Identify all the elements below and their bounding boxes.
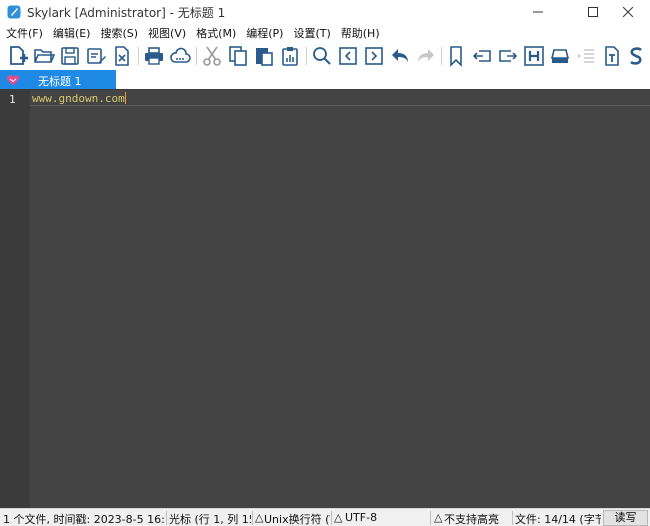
menu-program[interactable]: 编程(P) bbox=[246, 25, 283, 41]
status-encoding[interactable]: UTF-8 bbox=[345, 511, 405, 524]
paste-button[interactable] bbox=[252, 44, 276, 68]
tab-label: 无标题 1 bbox=[38, 75, 82, 88]
search-icon bbox=[313, 47, 331, 65]
outdent-button[interactable] bbox=[470, 44, 494, 68]
toolbar bbox=[0, 42, 650, 70]
undo-button[interactable] bbox=[388, 44, 412, 68]
list-button[interactable] bbox=[574, 44, 598, 68]
block-button[interactable] bbox=[548, 44, 572, 68]
cut-icon bbox=[203, 46, 221, 66]
prev-icon bbox=[339, 47, 357, 65]
window-title: Skylark [Administrator] - 无标题 1 bbox=[27, 6, 226, 20]
minimize-button[interactable] bbox=[515, 0, 560, 24]
line-number-gutter: 1 bbox=[0, 90, 30, 508]
toolbar-separator bbox=[306, 47, 307, 65]
code-line[interactable]: www.gndown.com bbox=[32, 92, 126, 105]
s-button[interactable] bbox=[624, 44, 648, 68]
title-bar: Skylark [Administrator] - 无标题 1 bbox=[0, 0, 650, 24]
triangle-up-icon: △ bbox=[434, 511, 443, 524]
status-line-ending[interactable]: Unix换行符 (\n) bbox=[264, 511, 330, 526]
bookmark-button[interactable] bbox=[444, 44, 468, 68]
clipboard-icon bbox=[282, 47, 298, 66]
status-bar: 1 个文件, 时间戳: 2023-8-5 16:10:42 光标 (行 1, 列… bbox=[0, 508, 650, 526]
bookmark-icon bbox=[450, 46, 462, 67]
code-text: www.gndown.com bbox=[32, 92, 125, 105]
save-as-icon bbox=[87, 48, 106, 64]
cloud-button[interactable] bbox=[168, 44, 192, 68]
toolbar-separator bbox=[441, 47, 442, 65]
toolbar-separator bbox=[196, 47, 197, 65]
editor-area[interactable]: 1 www.gndown.com bbox=[0, 90, 650, 508]
line-number: 1 bbox=[9, 93, 16, 106]
skylark-logo-icon bbox=[7, 5, 21, 19]
find-previous-button[interactable] bbox=[336, 44, 360, 68]
toolbar-separator bbox=[138, 47, 139, 65]
indent-button[interactable] bbox=[496, 44, 520, 68]
maximize-icon bbox=[587, 7, 598, 17]
redo-icon bbox=[418, 49, 434, 62]
save-icon bbox=[61, 47, 79, 65]
clipboard-button[interactable] bbox=[278, 44, 302, 68]
close-icon bbox=[622, 7, 633, 17]
undo-icon bbox=[392, 49, 408, 62]
outdent-icon bbox=[472, 50, 491, 62]
copy-button[interactable] bbox=[226, 44, 250, 68]
cloud-icon bbox=[170, 47, 191, 63]
triangle-up-icon: △ bbox=[334, 511, 343, 524]
menu-edit[interactable]: 编辑(E) bbox=[53, 25, 91, 41]
print-button[interactable] bbox=[142, 44, 166, 68]
close-button[interactable] bbox=[605, 0, 650, 24]
find-next-button[interactable] bbox=[362, 44, 386, 68]
menu-bar: 文件(F) 编辑(E) 搜索(S) 视图(V) 格式(M) 编程(P) 设置(T… bbox=[0, 24, 650, 42]
block-icon bbox=[550, 49, 570, 63]
indent-icon bbox=[499, 50, 518, 62]
status-divider bbox=[512, 511, 513, 525]
tab-untitled-1[interactable]: 无标题 1 bbox=[0, 70, 116, 89]
status-cursor: 光标 (行 1, 列 15) bbox=[169, 513, 251, 526]
menu-help[interactable]: 帮助(H) bbox=[341, 25, 380, 41]
open-button[interactable] bbox=[32, 44, 56, 68]
search-button[interactable] bbox=[310, 44, 334, 68]
text-icon bbox=[605, 46, 619, 66]
status-highlight[interactable]: 不支持高亮 bbox=[444, 511, 510, 526]
text-cursor bbox=[124, 92, 126, 104]
paste-icon bbox=[256, 48, 273, 66]
cut-button[interactable] bbox=[200, 44, 224, 68]
status-divider bbox=[430, 511, 431, 525]
status-divider bbox=[252, 511, 253, 525]
print-icon bbox=[145, 47, 163, 65]
menu-search[interactable]: 搜索(S) bbox=[100, 25, 138, 41]
menu-format[interactable]: 格式(M) bbox=[196, 25, 236, 41]
status-files: 1 个文件, 时间戳: 2023-8-5 16:10:42 bbox=[3, 513, 165, 526]
open-folder-icon bbox=[34, 49, 55, 63]
tab-bar: 无标题 1 bbox=[0, 70, 650, 90]
redo-button[interactable] bbox=[414, 44, 438, 68]
new-file-icon bbox=[10, 46, 28, 65]
status-file-size: 文件: 14/14 (字节) bbox=[515, 513, 601, 526]
new-file-button[interactable] bbox=[6, 44, 30, 68]
copy-icon bbox=[229, 46, 247, 66]
status-divider bbox=[166, 511, 167, 525]
menu-file[interactable]: 文件(F) bbox=[6, 25, 43, 41]
close-file-button[interactable] bbox=[110, 44, 134, 68]
close-file-icon bbox=[115, 46, 129, 66]
s-icon bbox=[630, 47, 642, 65]
text-button[interactable] bbox=[600, 44, 624, 68]
document-tab-icon bbox=[7, 75, 19, 85]
list-icon bbox=[578, 49, 594, 63]
status-divider bbox=[331, 511, 332, 525]
heading-button[interactable] bbox=[522, 44, 546, 68]
save-button[interactable] bbox=[58, 44, 82, 68]
heading-icon bbox=[524, 46, 544, 66]
menu-settings[interactable]: 设置(T) bbox=[293, 25, 330, 41]
next-icon bbox=[365, 47, 383, 65]
read-write-button[interactable]: 读写 bbox=[603, 510, 648, 526]
minimize-icon bbox=[532, 11, 543, 13]
menu-view[interactable]: 视图(V) bbox=[148, 25, 186, 41]
save-as-button[interactable] bbox=[84, 44, 108, 68]
